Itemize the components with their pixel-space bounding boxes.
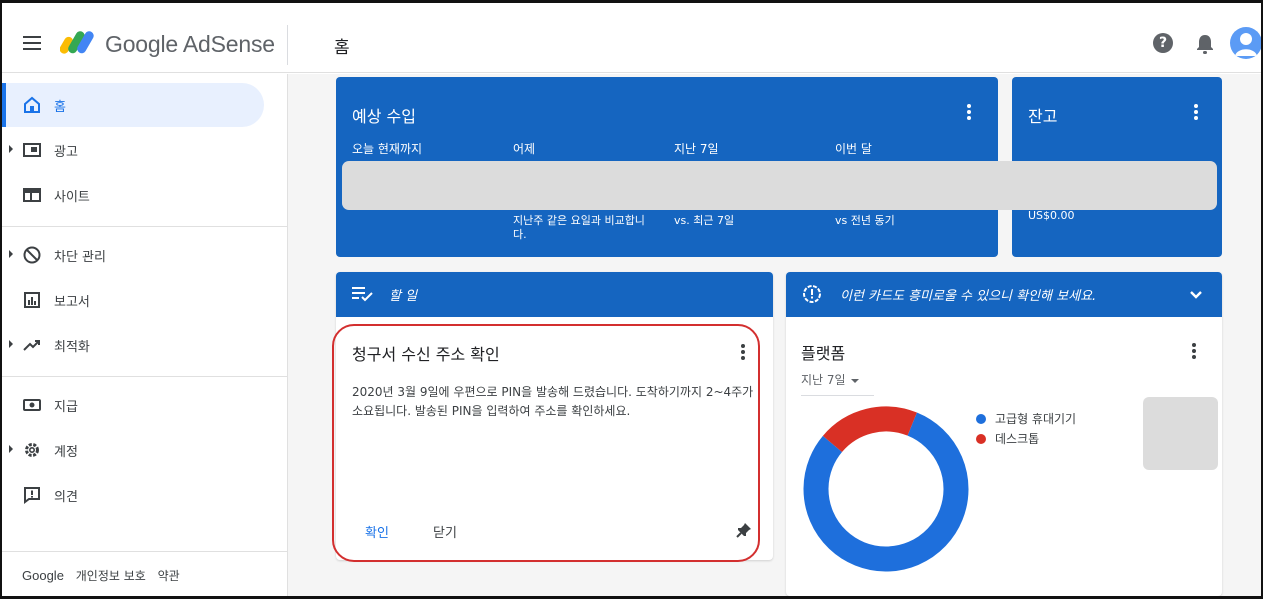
- legend-item-mobile: 고급형 휴대기기: [976, 410, 1076, 427]
- sidebar-item-label: 차단 관리: [54, 250, 106, 265]
- app-name: Google AdSense: [105, 31, 275, 57]
- footer-google-link[interactable]: Google: [22, 568, 64, 583]
- expand-arrow-icon[interactable]: [9, 445, 13, 453]
- sidebar-divider: [2, 551, 288, 552]
- suggestions-header-label: 이런 카드도 흥미로울 수 있으니 확인해 보세요.: [840, 289, 1097, 304]
- header-divider: [287, 25, 288, 65]
- ads-icon: [23, 143, 41, 157]
- todo-card-header: 할 일: [336, 272, 773, 317]
- period-value: 지난 7일: [801, 373, 846, 387]
- trending-up-icon: [23, 340, 40, 351]
- help-icon[interactable]: ?: [1153, 33, 1173, 53]
- reports-icon: [24, 292, 40, 308]
- todo-item-title: 청구서 수신 주소 확인: [352, 345, 500, 364]
- block-icon: [23, 246, 41, 264]
- legend-item-desktop: 데스크톱: [976, 430, 1039, 447]
- dismiss-button[interactable]: 닫기: [433, 522, 457, 541]
- legend-label: 데스크톱: [995, 432, 1040, 446]
- todo-item-body: 2020년 3월 9일에 우편으로 PIN을 발송해 드렸습니다. 도착하기까지…: [352, 385, 754, 418]
- sidebar: 홈 광고 사이트 차단 관리 보고서 최적화 지급 계정 의견 Google 개…: [2, 74, 288, 596]
- comparison-last7: vs. 최근 7일: [674, 214, 735, 227]
- sidebar-item-label: 계정: [54, 445, 78, 460]
- expand-arrow-icon[interactable]: [9, 340, 13, 348]
- balance-amount: US$0.00: [1028, 209, 1075, 222]
- more-options-icon[interactable]: [967, 104, 971, 120]
- comparison-month: vs 전년 동기: [835, 214, 895, 227]
- sidebar-item-account[interactable]: 계정: [2, 428, 264, 472]
- todo-header-label: 할 일: [389, 289, 418, 304]
- platform-card: 이런 카드도 흥미로울 수 있으니 확인해 보세요. 플랫폼 지난 7일 고급형…: [786, 272, 1222, 596]
- sidebar-footer: Google 개인정보 보호 약관: [22, 567, 188, 584]
- earnings-column-last7: 지난 7일: [674, 142, 719, 156]
- card-title: 예상 수입: [352, 107, 416, 126]
- sidebar-item-ads[interactable]: 광고: [2, 128, 264, 172]
- card-title: 잔고: [1028, 107, 1058, 126]
- more-options-icon[interactable]: [1194, 104, 1198, 120]
- sidebar-item-home[interactable]: 홈: [2, 83, 264, 127]
- sidebar-item-label: 사이트: [54, 190, 90, 205]
- alert-badge-icon: [803, 285, 821, 303]
- footer-privacy-link[interactable]: 개인정보 보호: [76, 569, 146, 583]
- chevron-down-icon[interactable]: [1189, 290, 1203, 300]
- payments-icon: [23, 399, 41, 411]
- earnings-column-yesterday: 어제: [513, 142, 536, 156]
- redacted-values-bar: [342, 161, 1217, 210]
- earnings-column-today: 오늘 현재까지: [352, 142, 423, 156]
- card-title: 플랫폼: [801, 344, 846, 363]
- account-avatar[interactable]: [1230, 27, 1262, 59]
- image-placeholder: [1143, 397, 1218, 470]
- top-app-bar: Google AdSense 홈 ?: [2, 3, 1262, 73]
- period-dropdown[interactable]: 지난 7일: [801, 371, 874, 396]
- earnings-column-month: 이번 달: [835, 142, 872, 156]
- page-title: 홈: [334, 38, 350, 58]
- expand-arrow-icon[interactable]: [9, 250, 13, 258]
- suggestions-header[interactable]: 이런 카드도 흥미로울 수 있으니 확인해 보세요.: [786, 272, 1222, 317]
- sidebar-item-label: 보고서: [54, 295, 90, 310]
- sidebar-divider: [2, 226, 288, 227]
- more-options-icon[interactable]: [741, 344, 745, 360]
- sidebar-item-label: 의견: [54, 490, 78, 505]
- footer-terms-link[interactable]: 약관: [158, 569, 180, 583]
- checklist-icon: [352, 287, 373, 302]
- home-icon: [24, 96, 40, 113]
- expand-arrow-icon[interactable]: [9, 145, 13, 153]
- sidebar-item-optimization[interactable]: 최적화: [2, 323, 264, 367]
- pin-icon[interactable]: [736, 522, 752, 538]
- legend-dot: [976, 434, 986, 444]
- adsense-logo-icon: [60, 31, 94, 54]
- sidebar-item-label: 홈: [54, 100, 66, 115]
- sites-icon: [23, 188, 41, 202]
- caret-down-icon: [850, 378, 859, 383]
- platform-donut-chart: [803, 406, 969, 572]
- gear-icon: [25, 443, 39, 457]
- legend-dot: [976, 414, 986, 424]
- menu-icon[interactable]: [23, 36, 41, 50]
- notifications-bell-icon[interactable]: [1195, 33, 1215, 55]
- feedback-icon: [24, 487, 40, 504]
- todo-card: 할 일 청구서 수신 주소 확인 2020년 3월 9일에 우편으로 PIN을 …: [336, 272, 773, 560]
- sidebar-item-feedback[interactable]: 의견: [2, 473, 264, 517]
- sidebar-item-block-management[interactable]: 차단 관리: [2, 233, 264, 277]
- legend-label: 고급형 휴대기기: [995, 412, 1077, 426]
- sidebar-item-payments[interactable]: 지급: [2, 383, 264, 427]
- sidebar-item-label: 지급: [54, 400, 78, 415]
- sidebar-item-label: 최적화: [54, 340, 90, 355]
- confirm-button[interactable]: 확인: [365, 522, 389, 541]
- main-content: 예상 수입 오늘 현재까지 어제 지난 7일 이번 달 지난주 같은 요일과 비…: [288, 74, 1261, 596]
- sidebar-divider: [2, 376, 288, 377]
- sidebar-item-label: 광고: [54, 145, 78, 160]
- sidebar-item-sites[interactable]: 사이트: [2, 173, 264, 217]
- sidebar-item-reports[interactable]: 보고서: [2, 278, 264, 322]
- more-options-icon[interactable]: [1192, 343, 1196, 359]
- comparison-yesterday: 지난주 같은 요일과 비교합니다.: [513, 214, 645, 241]
